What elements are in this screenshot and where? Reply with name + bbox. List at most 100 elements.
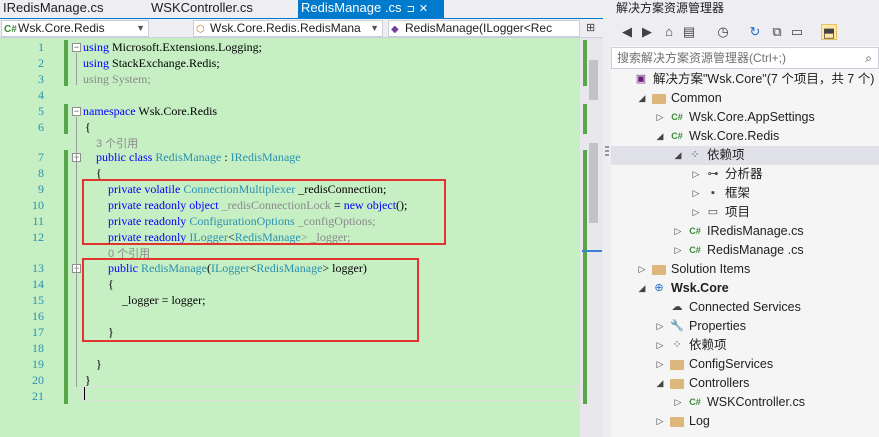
code-token: namespace bbox=[83, 104, 136, 118]
panel-splitter[interactable] bbox=[603, 0, 611, 437]
sync-icon[interactable]: ⬒ bbox=[821, 24, 837, 40]
tree-node[interactable]: ▷ C# RedisManage .cs bbox=[611, 241, 879, 260]
close-icon[interactable]: ✕ bbox=[419, 3, 428, 15]
csharp-file-icon: C# bbox=[689, 397, 701, 407]
collapsed-arrow-icon[interactable]: ▷ bbox=[655, 108, 665, 127]
tree-node-label: Wsk.Core bbox=[671, 281, 729, 295]
collapse-icon[interactable]: ⧉ bbox=[769, 24, 785, 40]
line-number: 15 bbox=[32, 293, 44, 307]
tree-node[interactable]: ☁ Connected Services bbox=[611, 298, 879, 317]
tab-iredismanage[interactable]: IRedisManage.cs bbox=[0, 0, 148, 18]
collapse-icon[interactable]: − bbox=[72, 107, 81, 116]
forward-icon[interactable]: ▶ bbox=[639, 24, 655, 40]
solution-icon: ▣ bbox=[635, 73, 647, 85]
tree-node[interactable]: ▷ Log bbox=[611, 412, 879, 431]
project-dropdown[interactable]: C# Wsk.Core.Redis ▼ bbox=[1, 20, 149, 37]
tree-node[interactable]: ▷ ▪ 框架 bbox=[611, 184, 879, 203]
code-area[interactable]: 1 2 3 4 5 6 7 8 9 10 11 12 13 14 15 16 1… bbox=[0, 38, 580, 437]
scrollbar-thumb[interactable] bbox=[589, 143, 598, 223]
tree-node[interactable]: ◢ ⊕ Wsk.Core bbox=[611, 279, 879, 298]
collapse-icon[interactable]: − bbox=[72, 43, 81, 52]
tree-node[interactable]: ▷ 🔧 Properties bbox=[611, 317, 879, 336]
scroll-change-marker bbox=[583, 104, 587, 134]
grip bbox=[605, 150, 609, 152]
search-input[interactable]: 搜索解决方案资源管理器(Ctrl+;) ⌕ bbox=[611, 47, 879, 69]
line-number: 2 bbox=[38, 56, 44, 70]
back-icon[interactable]: ◀ bbox=[619, 24, 635, 40]
show-all-files-icon[interactable]: ▭ bbox=[789, 24, 805, 40]
tab-redismanage[interactable]: RedisManage .cs ⊐ ✕ bbox=[298, 0, 444, 18]
expanded-arrow-icon[interactable]: ◢ bbox=[637, 89, 647, 108]
text-caret bbox=[84, 387, 85, 400]
tree-node[interactable]: ▷ Solution Items bbox=[611, 260, 879, 279]
tree-node[interactable]: ▷ C# Wsk.Core.AppSettings bbox=[611, 108, 879, 127]
collapsed-arrow-icon[interactable]: ▷ bbox=[655, 412, 665, 431]
code-token: Microsoft.Extensions.Logging; bbox=[109, 40, 263, 54]
panel-title-text: 解决方案资源管理器 bbox=[616, 1, 725, 15]
expanded-arrow-icon[interactable]: ◢ bbox=[637, 279, 647, 298]
tree-node-label: 依赖项 bbox=[689, 338, 727, 352]
tree-node[interactable]: ◢ C# Wsk.Core.Redis bbox=[611, 127, 879, 146]
expanded-arrow-icon[interactable]: ◢ bbox=[673, 146, 683, 165]
tree-node-label: Log bbox=[689, 414, 710, 428]
collapsed-arrow-icon[interactable]: ▷ bbox=[637, 260, 647, 279]
member-dropdown[interactable]: ◆ RedisManage(ILogger<Rec bbox=[388, 20, 580, 37]
tree-node[interactable]: ▣ 解决方案"Wsk.Core"(7 个项目，共 7 个) bbox=[611, 70, 879, 89]
pin-icon[interactable]: ⊐ bbox=[406, 4, 414, 15]
change-marker bbox=[64, 104, 68, 134]
tree-node[interactable]: ◢ Common bbox=[611, 89, 879, 108]
search-placeholder: 搜索解决方案资源管理器(Ctrl+;) bbox=[617, 51, 786, 65]
history-icon[interactable]: ◷ bbox=[715, 24, 731, 40]
panel-title: 解决方案资源管理器 bbox=[611, 0, 879, 18]
tree-node[interactable]: ▷ C# IRedisManage.cs bbox=[611, 222, 879, 241]
line-number: 5 bbox=[38, 104, 44, 118]
collapsed-arrow-icon[interactable]: ▷ bbox=[655, 336, 665, 355]
type-dropdown[interactable]: ⬡ Wsk.Core.Redis.RedisMana ▼ bbox=[193, 20, 383, 37]
line-number: 10 bbox=[32, 198, 44, 212]
codelens-references[interactable]: 3 个引用 bbox=[96, 135, 138, 151]
framework-icon: ▪ bbox=[711, 187, 715, 199]
fold-guide bbox=[76, 53, 77, 85]
tree-node[interactable]: ▷ ConfigServices bbox=[611, 355, 879, 374]
change-marker bbox=[64, 40, 68, 86]
collapsed-arrow-icon[interactable]: ▷ bbox=[673, 241, 683, 260]
collapsed-arrow-icon[interactable]: ▷ bbox=[691, 165, 701, 184]
collapsed-arrow-icon[interactable]: ▷ bbox=[691, 203, 701, 222]
refresh-icon[interactable]: ↻ bbox=[747, 24, 763, 40]
solution-tree[interactable]: ▣ 解决方案"Wsk.Core"(7 个项目，共 7 个) ◢ Common ▷ C# Ws… bbox=[611, 70, 879, 437]
properties-icon: 🔧 bbox=[670, 320, 684, 332]
tree-node[interactable]: ◢ Controllers bbox=[611, 374, 879, 393]
tree-node-label: Properties bbox=[689, 319, 746, 333]
home-icon[interactable]: ⌂ bbox=[661, 24, 677, 40]
collapsed-arrow-icon[interactable]: ▷ bbox=[655, 355, 665, 374]
line-number: 13 bbox=[32, 261, 44, 275]
grip bbox=[605, 154, 609, 156]
solution-explorer: 解决方案资源管理器 ◀ ▶ ⌂ ▤ ◷ ↻ ⧉ ▭ ⬒ 搜索解决方案资源管理器(… bbox=[611, 0, 879, 437]
search-icon[interactable]: ⌕ bbox=[865, 48, 872, 68]
code-line-19: } bbox=[96, 357, 102, 372]
code-token: } bbox=[85, 373, 91, 387]
collapsed-arrow-icon[interactable]: ▷ bbox=[655, 317, 665, 336]
scrollbar-thumb[interactable] bbox=[589, 60, 598, 100]
tree-node-label: WSKController.cs bbox=[707, 395, 805, 409]
expanded-arrow-icon[interactable]: ◢ bbox=[655, 374, 665, 393]
code-token: using bbox=[83, 72, 110, 86]
current-line bbox=[82, 386, 579, 401]
vertical-scrollbar[interactable] bbox=[580, 38, 603, 437]
collapsed-arrow-icon[interactable]: ▷ bbox=[691, 184, 701, 203]
collapsed-arrow-icon[interactable]: ▷ bbox=[673, 393, 683, 412]
dependencies-icon: ⁘ bbox=[672, 339, 682, 351]
tab-wskcontroller[interactable]: WSKController.cs bbox=[148, 0, 298, 18]
folder-icon bbox=[669, 412, 685, 434]
solutions-views-icon[interactable]: ▤ bbox=[681, 24, 697, 40]
code-editor[interactable]: IRedisManage.cs WSKController.cs RedisMa… bbox=[0, 0, 603, 437]
tree-node[interactable]: ▷ ⊶ 分析器 bbox=[611, 165, 879, 184]
codelens-label: 3 个引用 bbox=[96, 138, 139, 150]
tree-node[interactable]: ▷ ⁘ 依赖项 bbox=[611, 336, 879, 355]
tree-node[interactable]: ◢ ⁘ 依赖项 bbox=[611, 146, 879, 165]
expanded-arrow-icon[interactable]: ◢ bbox=[655, 127, 665, 146]
tree-node[interactable]: ▷ C# WSKController.cs bbox=[611, 393, 879, 412]
collapsed-arrow-icon[interactable]: ▷ bbox=[673, 222, 683, 241]
tree-node[interactable]: ▷ ▭ 项目 bbox=[611, 203, 879, 222]
split-view-icon[interactable]: ⊞ bbox=[586, 21, 595, 34]
